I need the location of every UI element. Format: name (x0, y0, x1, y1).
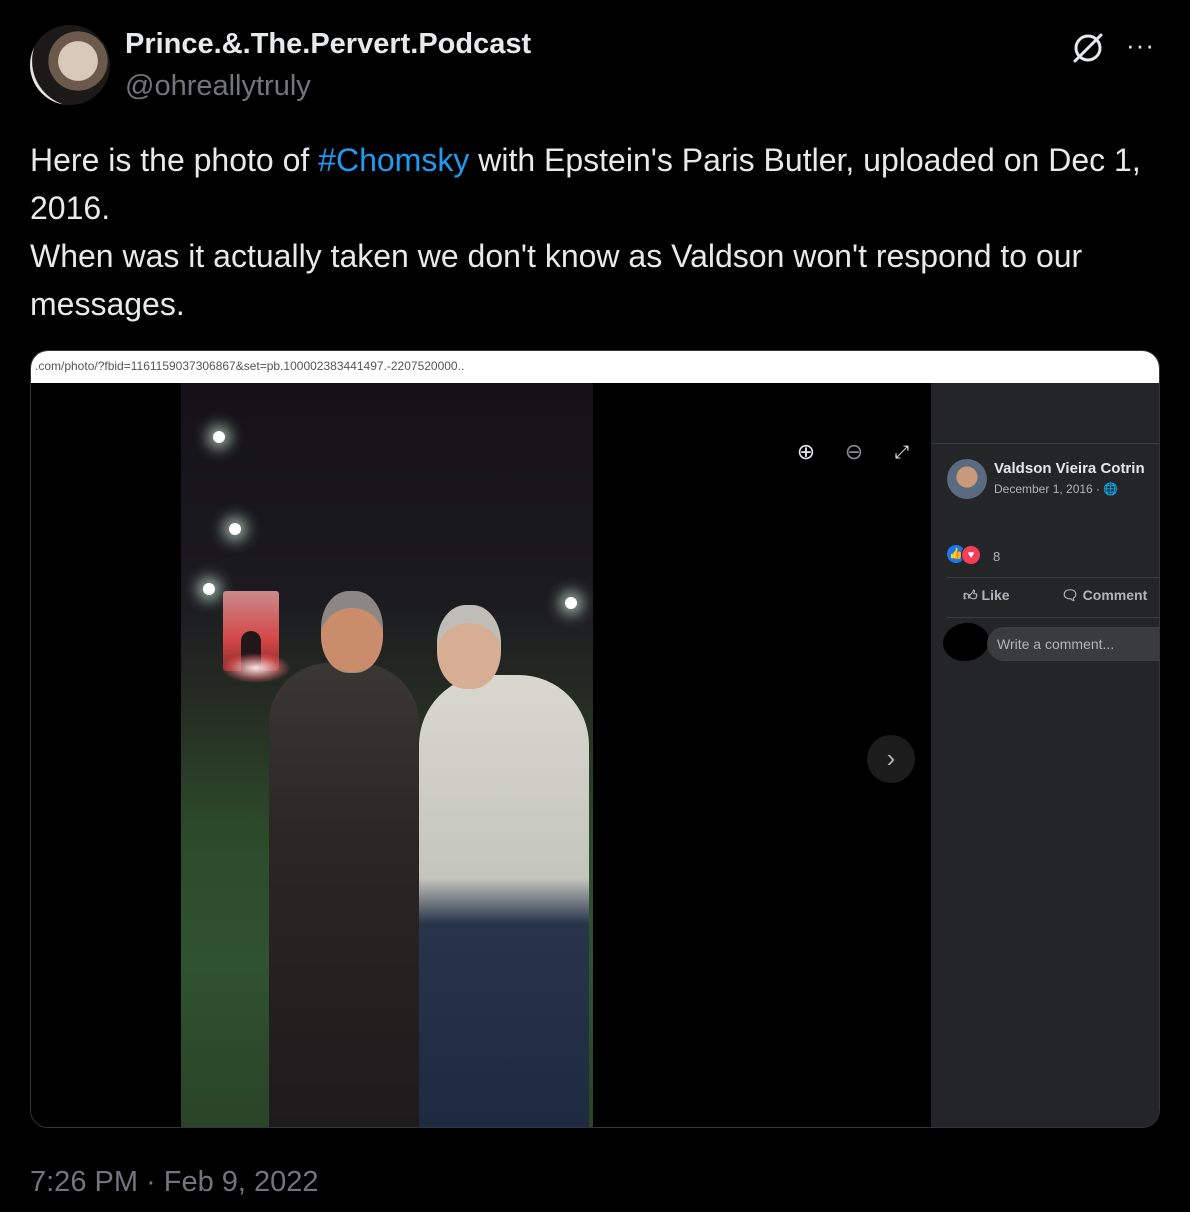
browser-url-bar: .com/photo/?fbid=1161159037306867&set=pb… (31, 351, 1159, 384)
divider (947, 577, 1159, 578)
sidebar-header (931, 383, 1159, 444)
like-label: Like (981, 587, 1010, 603)
like-button: 👍︎ Like (963, 587, 1010, 604)
person-right (419, 675, 589, 1127)
comment-input: Write a comment... (987, 627, 1159, 661)
love-reaction-icon: ♥ (961, 545, 981, 565)
zoom-out-icon: ⊖ (844, 439, 864, 464)
grok-icon[interactable] (1070, 30, 1106, 66)
more-options-icon[interactable]: ··· (1126, 30, 1155, 60)
post-date: December 1, 2016 · 🌐 (994, 482, 1119, 496)
poster-name: Valdson Vieira Cotrin (994, 460, 1145, 477)
street-lamp (213, 431, 225, 443)
street-lamp (203, 583, 215, 595)
reaction-count: 8 (993, 549, 1001, 564)
url-text: .com/photo/?fbid=1161159037306867&set=pb… (35, 359, 465, 373)
hashtag-link[interactable]: #Chomsky (318, 142, 469, 178)
expand-icon: ⤢ (894, 442, 910, 462)
street-lamp (229, 523, 241, 535)
tweet-text: Here is the photo of #Chomsky with Epste… (30, 136, 1160, 328)
redacted-avatar (940, 619, 992, 665)
divider (947, 617, 1159, 618)
tweet-timestamp[interactable]: 7:26 PM · Feb 9, 2022 (30, 1166, 319, 1199)
reaction-icons: 👍 ♥ (947, 545, 987, 565)
post-sidebar: Valdson Vieira Cotrin December 1, 2016 ·… (931, 383, 1159, 1127)
comment-label: Comment (1082, 587, 1148, 603)
thumbs-up-icon: 👍︎ (963, 587, 982, 603)
person-right-face (437, 605, 501, 689)
tweet-media-image[interactable]: .com/photo/?fbid=1161159037306867&set=pb… (30, 350, 1160, 1128)
display-name[interactable]: Prince.&.The.Pervert.Podcast (125, 28, 531, 61)
person-left (269, 663, 419, 1127)
next-photo-icon: › (867, 735, 915, 783)
zoom-in-icon: ⊕ (796, 439, 816, 464)
person-left-face (321, 591, 383, 673)
poster-avatar (947, 459, 987, 499)
tweet-text-part: Here is the photo of (30, 142, 319, 178)
comment-bubble-icon: 🗨︎ (1061, 587, 1083, 603)
photo-viewer: ⊕ ⊖ ⤢ › (31, 383, 931, 1127)
tweet-text-line: When was it actually taken we don't know… (30, 238, 1083, 322)
comment-button: 🗨︎ Comment (1061, 587, 1147, 604)
night-photo (181, 383, 593, 1127)
street-lamp (565, 597, 577, 609)
car-lights (221, 653, 291, 683)
profile-avatar[interactable] (30, 25, 110, 105)
user-handle[interactable]: @ohreallytruly (125, 70, 311, 103)
